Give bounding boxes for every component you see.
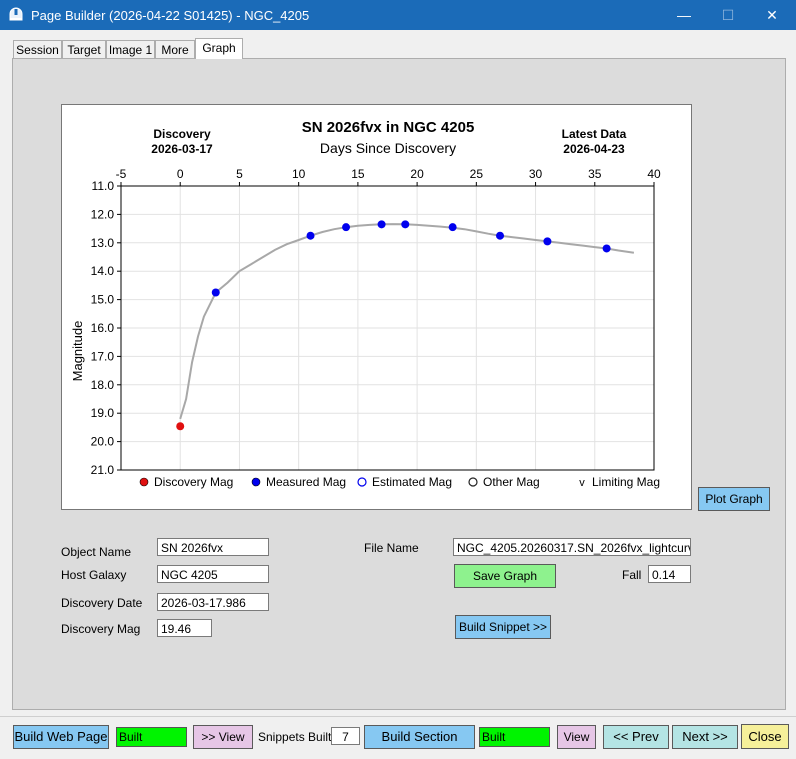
- y-tick-label: 11.0: [92, 179, 115, 193]
- y-tick-label: 13.0: [91, 236, 115, 250]
- discovery-date-form-label: Discovery Date: [61, 596, 143, 610]
- object-name-label: Object Name: [61, 545, 132, 559]
- limiting-mag-legend-marker: v: [579, 477, 585, 489]
- y-tick-label: 21.0: [91, 463, 115, 477]
- close-button[interactable]: Close: [741, 724, 789, 749]
- discovery-mag-legend-marker: [139, 477, 149, 487]
- measured-mag-point: [543, 237, 552, 246]
- x-tick-label: 30: [529, 167, 543, 181]
- x-tick-label: 10: [292, 167, 306, 181]
- plot-graph-button[interactable]: Plot Graph: [698, 487, 770, 511]
- x-tick-label: 40: [647, 167, 661, 181]
- x-tick-label: 15: [351, 167, 365, 181]
- estimated-mag-legend-marker: [357, 477, 367, 487]
- build-section-button[interactable]: Build Section: [364, 725, 475, 749]
- web-page-status: Built: [116, 727, 187, 747]
- maximize-button[interactable]: ☐: [708, 4, 748, 26]
- close-window-button[interactable]: ✕: [752, 4, 792, 26]
- file-name-field[interactable]: NGC_4205.20260317.SN_2026fvx_lightcurve.…: [453, 538, 691, 556]
- discovery-label: Discovery: [153, 127, 211, 141]
- view-section-button[interactable]: View: [557, 725, 596, 749]
- y-tick-label: 12.0: [91, 207, 115, 221]
- latest-data-date: 2026-04-23: [563, 142, 625, 156]
- measured-mag-point: [342, 223, 351, 232]
- build-snippet-button[interactable]: Build Snippet >>: [455, 615, 551, 639]
- x-axis-label: Days Since Discovery: [320, 140, 456, 156]
- build-web-page-button[interactable]: Build Web Page: [13, 725, 109, 749]
- measured-mag-point: [496, 231, 505, 240]
- discovery-mag-label: Discovery Mag: [61, 622, 141, 636]
- measured-mag-legend-marker: [251, 477, 261, 487]
- discovery-date-field[interactable]: 2026-03-17.986: [157, 593, 269, 611]
- file-name-label: File Name: [364, 541, 419, 555]
- fit-curve-line: [179, 223, 635, 420]
- y-tick-label: 20.0: [91, 435, 115, 449]
- view-web-page-button[interactable]: >> View: [193, 725, 253, 749]
- other-mag-legend-label: Other Mag: [483, 475, 540, 489]
- prev-button[interactable]: << Prev: [603, 725, 669, 749]
- tab-session[interactable]: Session: [13, 40, 62, 59]
- snippets-built-label: Snippets Built: [258, 730, 332, 744]
- tab-target[interactable]: Target: [62, 40, 106, 59]
- tab-more[interactable]: More: [155, 40, 195, 59]
- measured-mag-point: [306, 231, 315, 240]
- object-name-field[interactable]: SN 2026fvx: [157, 538, 269, 556]
- y-tick-label: 16.0: [91, 321, 115, 335]
- minimize-button[interactable]: —: [664, 4, 704, 26]
- light-curve-graph: SN 2026fvx in NGC 4205 Days Since Discov…: [61, 104, 692, 510]
- section-status: Built: [479, 727, 550, 747]
- discovery-mag-point: [176, 422, 185, 431]
- x-tick-label: -5: [116, 167, 127, 181]
- measured-mag-point: [602, 244, 611, 253]
- next-button[interactable]: Next >>: [672, 725, 738, 749]
- light-curve-chart: SN 2026fvx in NGC 4205 Days Since Discov…: [70, 119, 661, 489]
- latest-data-label: Latest Data: [562, 127, 627, 141]
- estimated-mag-legend-label: Estimated Mag: [372, 475, 452, 489]
- x-tick-label: 25: [470, 167, 484, 181]
- graph-title: SN 2026fvx in NGC 4205: [302, 119, 475, 136]
- other-mag-legend-marker: [468, 477, 478, 487]
- host-galaxy-field[interactable]: NGC 4205: [157, 565, 269, 583]
- x-tick-label: 0: [177, 167, 184, 181]
- limiting-mag-legend-label: Limiting Mag: [592, 475, 660, 489]
- discovery-mag-field[interactable]: 19.46: [157, 619, 212, 637]
- x-tick-label: 35: [588, 167, 602, 181]
- save-graph-button[interactable]: Save Graph: [454, 564, 556, 588]
- fall-label: Fall: [622, 568, 642, 582]
- y-tick-label: 14.0: [91, 264, 115, 278]
- y-tick-label: 15.0: [91, 293, 115, 307]
- y-tick-label: 18.0: [91, 378, 115, 392]
- telescope-dome-icon: [9, 7, 23, 21]
- x-tick-label: 20: [410, 167, 424, 181]
- y-tick-label: 19.0: [91, 406, 115, 420]
- host-galaxy-label: Host Galaxy: [61, 568, 127, 582]
- fall-field[interactable]: 0.14: [648, 565, 691, 583]
- window-title: Page Builder (2026-04-22 S01425) - NGC_4…: [31, 8, 310, 23]
- title-bar: Page Builder (2026-04-22 S01425) - NGC_4…: [0, 0, 796, 30]
- measured-mag-point: [401, 220, 410, 229]
- measured-mag-legend-label: Measured Mag: [266, 475, 346, 489]
- tab-graph[interactable]: Graph: [195, 38, 243, 59]
- tab-image-1[interactable]: Image 1: [106, 40, 155, 59]
- measured-mag-point: [211, 288, 220, 297]
- measured-mag-point: [448, 223, 457, 232]
- x-tick-label: 5: [236, 167, 243, 181]
- discovery-mag-legend-label: Discovery Mag: [154, 475, 233, 489]
- y-axis-label: Magnitude: [70, 321, 85, 382]
- discovery-date-label: 2026-03-17: [151, 142, 213, 156]
- y-tick-label: 17.0: [91, 349, 115, 363]
- measured-mag-point: [377, 220, 386, 229]
- snippets-built-count: 7: [331, 727, 360, 745]
